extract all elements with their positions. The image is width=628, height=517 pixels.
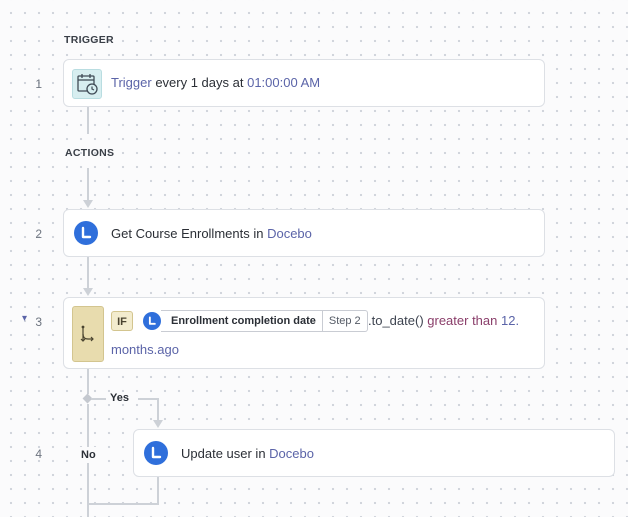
datapill-label: Enrollment completion date <box>171 315 316 327</box>
datapill-enrollment-completion-date[interactable]: Enrollment completion date Step 2 <box>161 310 368 332</box>
update-user-text: Update user in <box>181 445 270 461</box>
connector-yes-horizontal <box>91 398 106 400</box>
update-user-app-link[interactable]: Docebo <box>269 446 314 461</box>
trigger-keyword[interactable]: Trigger <box>111 75 152 90</box>
branch-yes-label: Yes <box>107 392 132 404</box>
connector-arrow-4 <box>153 420 163 428</box>
step-number-4: 4 <box>35 447 42 461</box>
connector-yes-horizontal-2 <box>138 398 158 400</box>
connector-yes-vertical <box>157 398 159 420</box>
branch-no-label: No <box>78 447 99 463</box>
datapill-step-ref: Step 2 <box>321 311 367 331</box>
step-number-3: 3 <box>35 315 42 329</box>
trigger-time[interactable]: 01:00:00 AM <box>247 75 320 90</box>
get-enrollments-step-card[interactable]: Get Course Enrollments in Docebo <box>63 209 545 257</box>
connector-1-2a <box>87 106 89 134</box>
branch-icon <box>80 325 94 342</box>
get-enrollments-app-link[interactable]: Docebo <box>267 226 312 241</box>
actions-section-label: ACTIONS <box>65 147 115 159</box>
if-condition-step-card[interactable]: IF Enrollment completion date Step 2 .to… <box>63 297 545 369</box>
step-number-2: 2 <box>35 227 42 241</box>
expression-value: 12. <box>500 313 520 328</box>
docebo-logo-icon <box>74 221 98 245</box>
connector-arrow-3 <box>83 288 93 296</box>
connector-4-merge <box>157 476 159 504</box>
expression-value-line2: months.ago <box>111 342 179 357</box>
trigger-step-card[interactable]: Trigger every 1 days at 01:00:00 AM <box>63 59 545 107</box>
expression-method: .to_date() <box>368 313 424 328</box>
connector-1-2b <box>87 168 89 200</box>
if-keyword-badge: IF <box>111 311 133 331</box>
connector-merge-horizontal <box>89 503 159 505</box>
expression-operator: greater than <box>423 313 501 328</box>
connector-2-3 <box>87 257 89 288</box>
trigger-schedule-text: every 1 days at <box>151 75 248 90</box>
step-number-1: 1 <box>35 77 42 91</box>
docebo-logo-icon <box>143 312 161 330</box>
update-user-step-card[interactable]: Update user in Docebo <box>133 429 615 477</box>
connector-arrow-2 <box>83 200 93 208</box>
get-enrollments-text: Get Course Enrollments in <box>111 225 268 241</box>
docebo-logo-icon <box>144 441 168 465</box>
trigger-section-label: TRIGGER <box>64 34 114 46</box>
calendar-clock-icon <box>72 69 102 99</box>
connector-3-branch <box>87 369 89 394</box>
if-block-strip <box>72 306 104 362</box>
